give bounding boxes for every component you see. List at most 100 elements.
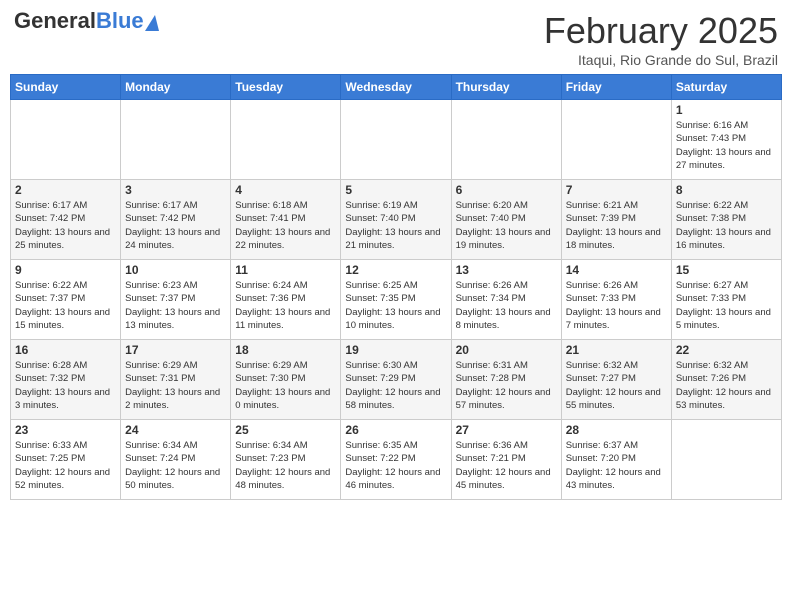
weekday-header-wednesday: Wednesday — [341, 75, 451, 100]
day-info: Sunrise: 6:32 AM Sunset: 7:27 PM Dayligh… — [566, 359, 667, 412]
day-number: 15 — [676, 263, 777, 277]
day-cell — [121, 100, 231, 180]
day-cell: 15 Sunrise: 6:27 AM Sunset: 7:33 PM Dayli… — [671, 260, 781, 340]
day-info: Sunrise: 6:32 AM Sunset: 7:26 PM Dayligh… — [676, 359, 777, 412]
day-cell — [671, 420, 781, 500]
location: Itaqui, Rio Grande do Sul, Brazil — [544, 52, 778, 68]
day-number: 28 — [566, 423, 667, 437]
day-cell: 21 Sunrise: 6:32 AM Sunset: 7:27 PM Dayli… — [561, 340, 671, 420]
weekday-header-saturday: Saturday — [671, 75, 781, 100]
weekday-header-row: SundayMondayTuesdayWednesdayThursdayFrid… — [11, 75, 782, 100]
logo-triangle-icon — [145, 15, 159, 31]
day-info: Sunrise: 6:30 AM Sunset: 7:29 PM Dayligh… — [345, 359, 446, 412]
day-info: Sunrise: 6:29 AM Sunset: 7:31 PM Dayligh… — [125, 359, 226, 412]
day-cell: 9 Sunrise: 6:22 AM Sunset: 7:37 PM Daylig… — [11, 260, 121, 340]
day-number: 23 — [15, 423, 116, 437]
week-row-5: 23 Sunrise: 6:33 AM Sunset: 7:25 PM Dayli… — [11, 420, 782, 500]
day-number: 9 — [15, 263, 116, 277]
day-number: 16 — [15, 343, 116, 357]
day-number: 25 — [235, 423, 336, 437]
weekday-header-monday: Monday — [121, 75, 231, 100]
day-cell: 18 Sunrise: 6:29 AM Sunset: 7:30 PM Dayli… — [231, 340, 341, 420]
day-info: Sunrise: 6:33 AM Sunset: 7:25 PM Dayligh… — [15, 439, 116, 492]
day-info: Sunrise: 6:31 AM Sunset: 7:28 PM Dayligh… — [456, 359, 557, 412]
day-number: 20 — [456, 343, 557, 357]
day-info: Sunrise: 6:24 AM Sunset: 7:36 PM Dayligh… — [235, 279, 336, 332]
day-cell: 7 Sunrise: 6:21 AM Sunset: 7:39 PM Daylig… — [561, 180, 671, 260]
day-info: Sunrise: 6:26 AM Sunset: 7:34 PM Dayligh… — [456, 279, 557, 332]
day-number: 8 — [676, 183, 777, 197]
day-info: Sunrise: 6:18 AM Sunset: 7:41 PM Dayligh… — [235, 199, 336, 252]
day-cell: 10Sunrise: 6:23 AM Sunset: 7:37 PM Dayli… — [121, 260, 231, 340]
day-cell: 16 Sunrise: 6:28 AM Sunset: 7:32 PM Dayli… — [11, 340, 121, 420]
day-number: 27 — [456, 423, 557, 437]
week-row-2: 2 Sunrise: 6:17 AM Sunset: 7:42 PM Daylig… — [11, 180, 782, 260]
day-info: Sunrise: 6:25 AM Sunset: 7:35 PM Dayligh… — [345, 279, 446, 332]
day-cell: 8 Sunrise: 6:22 AM Sunset: 7:38 PM Daylig… — [671, 180, 781, 260]
day-number: 26 — [345, 423, 446, 437]
day-number: 21 — [566, 343, 667, 357]
day-info: Sunrise: 6:22 AM Sunset: 7:38 PM Dayligh… — [676, 199, 777, 252]
day-cell: 25 Sunrise: 6:34 AM Sunset: 7:23 PM Dayli… — [231, 420, 341, 500]
page-header: GeneralBlue February 2025 Itaqui, Rio Gr… — [10, 10, 782, 68]
day-cell: 2 Sunrise: 6:17 AM Sunset: 7:42 PM Daylig… — [11, 180, 121, 260]
day-cell: 20 Sunrise: 6:31 AM Sunset: 7:28 PM Dayli… — [451, 340, 561, 420]
day-cell: 23 Sunrise: 6:33 AM Sunset: 7:25 PM Dayli… — [11, 420, 121, 500]
day-info: Sunrise: 6:27 AM Sunset: 7:33 PM Dayligh… — [676, 279, 777, 332]
day-number: 17 — [125, 343, 226, 357]
day-info: Sunrise: 6:20 AM Sunset: 7:40 PM Dayligh… — [456, 199, 557, 252]
day-info: Sunrise: 6:22 AM Sunset: 7:37 PM Dayligh… — [15, 279, 116, 332]
day-info: Sunrise: 6:34 AM Sunset: 7:23 PM Dayligh… — [235, 439, 336, 492]
day-number: 11 — [235, 263, 336, 277]
day-cell: 26 Sunrise: 6:35 AM Sunset: 7:22 PM Dayli… — [341, 420, 451, 500]
day-cell — [451, 100, 561, 180]
day-info: Sunrise: 6:17 AM Sunset: 7:42 PM Dayligh… — [125, 199, 226, 252]
day-number: 19 — [345, 343, 446, 357]
day-cell: 27 Sunrise: 6:36 AM Sunset: 7:21 PM Dayli… — [451, 420, 561, 500]
day-cell: 24 Sunrise: 6:34 AM Sunset: 7:24 PM Dayli… — [121, 420, 231, 500]
day-cell: 4Sunrise: 6:18 AM Sunset: 7:41 PM Daylig… — [231, 180, 341, 260]
day-cell — [561, 100, 671, 180]
day-number: 22 — [676, 343, 777, 357]
day-number: 24 — [125, 423, 226, 437]
day-cell: 6 Sunrise: 6:20 AM Sunset: 7:40 PM Daylig… — [451, 180, 561, 260]
day-cell: 14Sunrise: 6:26 AM Sunset: 7:33 PM Dayli… — [561, 260, 671, 340]
day-number: 10 — [125, 263, 226, 277]
weekday-header-sunday: Sunday — [11, 75, 121, 100]
day-info: Sunrise: 6:35 AM Sunset: 7:22 PM Dayligh… — [345, 439, 446, 492]
calendar-table: SundayMondayTuesdayWednesdayThursdayFrid… — [10, 74, 782, 500]
weekday-header-tuesday: Tuesday — [231, 75, 341, 100]
week-row-4: 16 Sunrise: 6:28 AM Sunset: 7:32 PM Dayli… — [11, 340, 782, 420]
day-number: 3 — [125, 183, 226, 197]
day-info: Sunrise: 6:34 AM Sunset: 7:24 PM Dayligh… — [125, 439, 226, 492]
day-info: Sunrise: 6:26 AM Sunset: 7:33 PM Dayligh… — [566, 279, 667, 332]
day-cell: 22 Sunrise: 6:32 AM Sunset: 7:26 PM Dayli… — [671, 340, 781, 420]
day-cell — [11, 100, 121, 180]
day-number: 7 — [566, 183, 667, 197]
day-number: 18 — [235, 343, 336, 357]
logo-blue-text: Blue — [96, 8, 144, 33]
day-number: 2 — [15, 183, 116, 197]
day-cell: 12 Sunrise: 6:25 AM Sunset: 7:35 PM Dayli… — [341, 260, 451, 340]
logo-general-text: General — [14, 8, 96, 33]
week-row-1: 1Sunrise: 6:16 AM Sunset: 7:43 PM Daylig… — [11, 100, 782, 180]
day-cell: 13Sunrise: 6:26 AM Sunset: 7:34 PM Dayli… — [451, 260, 561, 340]
day-info: Sunrise: 6:36 AM Sunset: 7:21 PM Dayligh… — [456, 439, 557, 492]
day-cell — [231, 100, 341, 180]
title-block: February 2025 Itaqui, Rio Grande do Sul,… — [544, 10, 778, 68]
day-cell: 1Sunrise: 6:16 AM Sunset: 7:43 PM Daylig… — [671, 100, 781, 180]
day-info: Sunrise: 6:21 AM Sunset: 7:39 PM Dayligh… — [566, 199, 667, 252]
day-cell: 17 Sunrise: 6:29 AM Sunset: 7:31 PM Dayli… — [121, 340, 231, 420]
weekday-header-thursday: Thursday — [451, 75, 561, 100]
day-number: 12 — [345, 263, 446, 277]
weekday-header-friday: Friday — [561, 75, 671, 100]
day-info: Sunrise: 6:28 AM Sunset: 7:32 PM Dayligh… — [15, 359, 116, 412]
day-number: 1 — [676, 103, 777, 117]
day-cell: 11 Sunrise: 6:24 AM Sunset: 7:36 PM Dayli… — [231, 260, 341, 340]
day-info: Sunrise: 6:17 AM Sunset: 7:42 PM Dayligh… — [15, 199, 116, 252]
day-info: Sunrise: 6:29 AM Sunset: 7:30 PM Dayligh… — [235, 359, 336, 412]
day-cell: 5Sunrise: 6:19 AM Sunset: 7:40 PM Daylig… — [341, 180, 451, 260]
logo: GeneralBlue — [14, 10, 159, 32]
month-title: February 2025 — [544, 10, 778, 52]
day-number: 6 — [456, 183, 557, 197]
